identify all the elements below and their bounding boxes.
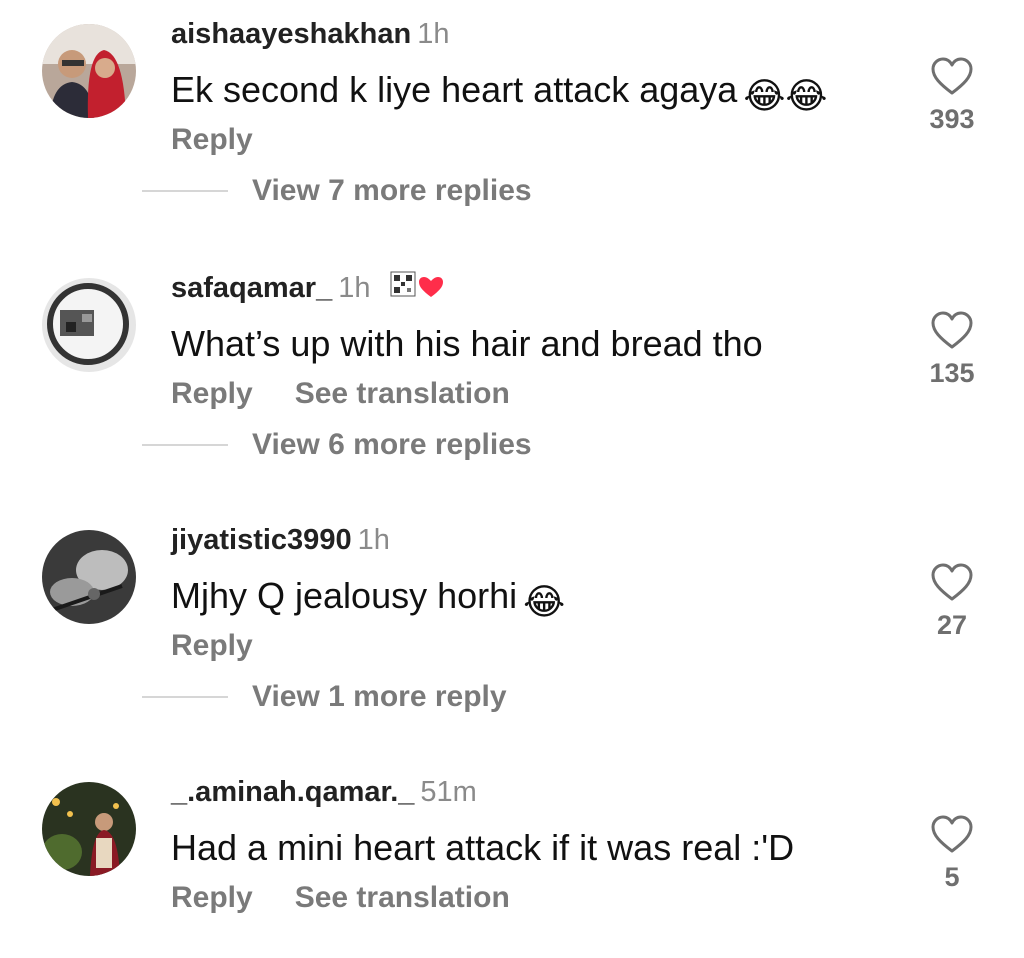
heart-outline-icon	[931, 311, 973, 349]
laughing-emoji: 😂😂	[743, 75, 828, 116]
profile-badge-icon	[389, 270, 445, 309]
comment-text: What’s up with his hair and bread tho	[171, 322, 763, 366]
comment-body: Ek second k liye heart attack agaya	[171, 69, 738, 110]
avatar[interactable]	[42, 24, 136, 118]
comment-meta: jiyatistic3990 1h	[171, 522, 390, 558]
timestamp: 1h	[417, 18, 450, 50]
like-button[interactable]: 5	[920, 814, 984, 893]
username[interactable]: jiyatistic3990	[171, 524, 352, 556]
reply-divider	[142, 444, 228, 446]
comment-meta: aishaayeshakhan 1h	[171, 16, 449, 52]
like-button[interactable]: 393	[920, 56, 984, 135]
view-replies-label[interactable]: View 7 more replies	[252, 174, 532, 208]
reply-button[interactable]: Reply	[171, 123, 253, 156]
see-translation-button[interactable]: See translation	[295, 377, 510, 410]
timestamp: 51m	[420, 776, 477, 808]
avatar[interactable]	[42, 782, 136, 876]
username[interactable]: _.aminah.qamar._	[171, 776, 414, 808]
view-replies[interactable]: View 6 more replies	[142, 428, 532, 464]
comment-actions: Reply	[171, 628, 253, 664]
comment-item: aishaayeshakhan 1h Ek second k liye heart…	[0, 0, 1024, 207]
comment-text: Ek second k liye heart attack agaya 😂😂	[171, 68, 827, 118]
timestamp: 1h	[338, 272, 371, 305]
reply-button[interactable]: Reply	[171, 881, 253, 914]
view-replies[interactable]: View 1 more reply	[142, 680, 507, 716]
comment-actions: Reply See translation	[171, 376, 510, 412]
username[interactable]: aishaayeshakhan	[171, 18, 411, 50]
avatar-image	[42, 24, 136, 118]
avatar[interactable]	[42, 278, 136, 372]
view-replies[interactable]: View 7 more replies	[142, 174, 532, 210]
comment-item: jiyatistic3990 1h Mjhy Q jealousy horhi 😂 …	[0, 506, 1024, 713]
comment-body: Mjhy Q jealousy horhi	[171, 575, 518, 616]
heart-outline-icon	[931, 57, 973, 95]
avatar-image	[42, 782, 136, 876]
reply-divider	[142, 696, 228, 698]
comment-body: What’s up with his hair and bread tho	[171, 323, 763, 364]
like-button[interactable]: 135	[920, 310, 984, 389]
view-replies-label[interactable]: View 1 more reply	[252, 680, 507, 714]
reply-button[interactable]: Reply	[171, 377, 253, 410]
comment-item: _.aminah.qamar._ 51m Had a mini heart att…	[0, 758, 1024, 958]
username[interactable]: safaqamar_	[171, 272, 332, 304]
reply-button[interactable]: Reply	[171, 629, 253, 662]
comment-item: safaqamar_ 1h What’s up with his hair and…	[0, 254, 1024, 461]
like-button[interactable]: 27	[920, 562, 984, 641]
laughing-emoji: 😂	[523, 581, 566, 622]
like-count: 27	[936, 610, 968, 640]
see-translation-button[interactable]: See translation	[295, 881, 510, 914]
heart-outline-icon	[931, 815, 973, 853]
comment-actions: Reply	[171, 122, 253, 158]
avatar[interactable]	[42, 530, 136, 624]
like-count: 393	[929, 104, 975, 134]
avatar-image	[42, 278, 136, 372]
view-replies-label[interactable]: View 6 more replies	[252, 428, 532, 462]
like-count: 135	[929, 358, 975, 388]
like-count: 5	[944, 862, 960, 892]
reply-divider	[142, 190, 228, 192]
avatar-image	[42, 530, 136, 624]
comment-meta: safaqamar_ 1h	[171, 270, 445, 309]
comment-meta: _.aminah.qamar._ 51m	[171, 774, 477, 810]
comment-text: Mjhy Q jealousy horhi 😂	[171, 574, 565, 624]
timestamp: 1h	[357, 524, 390, 556]
comment-body: Had a mini heart attack if it was real :…	[171, 827, 795, 868]
comment-text: Had a mini heart attack if it was real :…	[171, 826, 794, 870]
heart-outline-icon	[931, 563, 973, 601]
comment-actions: Reply See translation	[171, 880, 510, 916]
